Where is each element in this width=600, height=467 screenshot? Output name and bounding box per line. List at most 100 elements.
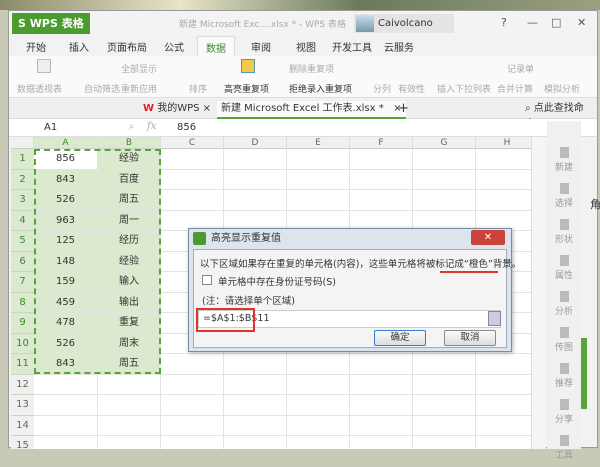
column-header-D[interactable]: D bbox=[224, 137, 287, 149]
sidebar-item[interactable]: 形状 bbox=[547, 215, 581, 251]
cell[interactable] bbox=[413, 436, 476, 449]
row-header[interactable]: 15 bbox=[11, 436, 34, 449]
sidebar-item[interactable]: 传图 bbox=[547, 323, 581, 359]
column-header-B[interactable]: B bbox=[98, 137, 161, 149]
sidebar-toggle[interactable] bbox=[581, 338, 587, 409]
sidebar-item[interactable]: 选择 bbox=[547, 179, 581, 215]
cell[interactable] bbox=[161, 395, 224, 416]
cell[interactable] bbox=[224, 374, 287, 395]
cell[interactable] bbox=[476, 436, 531, 449]
minimize-button[interactable]: — bbox=[527, 16, 538, 29]
row-header[interactable]: 13 bbox=[11, 395, 34, 416]
cell[interactable]: 输出 bbox=[98, 292, 161, 313]
cell[interactable] bbox=[350, 169, 413, 190]
row-header[interactable]: 7 bbox=[11, 272, 34, 293]
cell[interactable] bbox=[224, 354, 287, 375]
tab-view[interactable]: 视图 bbox=[296, 39, 316, 54]
remove-duplicates-button[interactable]: 删除重复项 bbox=[289, 62, 334, 75]
cell[interactable] bbox=[161, 169, 224, 190]
cell[interactable] bbox=[350, 374, 413, 395]
sidebar-item[interactable]: 分析 bbox=[547, 287, 581, 323]
cell[interactable] bbox=[224, 395, 287, 416]
tab-home[interactable]: 开始 bbox=[26, 39, 46, 54]
cell[interactable] bbox=[413, 415, 476, 436]
row-header[interactable]: 3 bbox=[11, 190, 34, 211]
command-search[interactable]: ⌕ 点此查找命令 bbox=[521, 101, 597, 130]
cell[interactable] bbox=[350, 190, 413, 211]
cell[interactable]: 526 bbox=[34, 190, 98, 211]
insert-dropdown-button[interactable]: 插入下拉列表 bbox=[437, 82, 491, 95]
cell[interactable] bbox=[476, 415, 531, 436]
reapply-button[interactable]: 重新应用 bbox=[121, 82, 157, 95]
cell[interactable] bbox=[350, 395, 413, 416]
cell[interactable]: 经验 bbox=[98, 149, 161, 170]
tab-developer[interactable]: 开发工具 bbox=[332, 39, 372, 54]
vertical-scrollbar[interactable] bbox=[531, 137, 546, 449]
row-header[interactable]: 2 bbox=[11, 169, 34, 190]
cell[interactable] bbox=[287, 169, 350, 190]
cell[interactable] bbox=[476, 395, 531, 416]
cell[interactable] bbox=[350, 436, 413, 449]
column-header-C[interactable]: C bbox=[161, 137, 224, 149]
column-header-A[interactable]: A bbox=[34, 137, 98, 149]
zoom-icon[interactable]: ⌕ bbox=[129, 121, 135, 132]
tab-data[interactable]: 数据 bbox=[197, 36, 235, 56]
cell[interactable] bbox=[161, 354, 224, 375]
cell[interactable] bbox=[413, 395, 476, 416]
cell[interactable] bbox=[413, 149, 476, 170]
row-header[interactable]: 5 bbox=[11, 231, 34, 252]
cell[interactable]: 周末 bbox=[98, 333, 161, 354]
cell[interactable]: 经历 bbox=[98, 231, 161, 252]
column-header-E[interactable]: E bbox=[287, 137, 350, 149]
fx-icon[interactable]: fx bbox=[147, 121, 156, 132]
cell[interactable] bbox=[34, 436, 98, 449]
id-number-checkbox-label[interactable]: 单元格中存在身份证号码(S) bbox=[218, 274, 336, 288]
cell[interactable] bbox=[287, 354, 350, 375]
formula-input[interactable]: 856 bbox=[177, 122, 196, 133]
cell[interactable]: 856 bbox=[34, 149, 98, 170]
cell[interactable] bbox=[98, 395, 161, 416]
record-form-button[interactable]: 记录单 bbox=[507, 62, 534, 75]
new-tab-button[interactable]: + bbox=[394, 101, 413, 119]
tab-workbook[interactable]: 新建 Microsoft Excel 工作表.xlsx * × bbox=[217, 101, 406, 119]
cell[interactable] bbox=[224, 190, 287, 211]
select-all-corner[interactable] bbox=[11, 137, 34, 149]
cell[interactable] bbox=[413, 190, 476, 211]
cell[interactable]: 125 bbox=[34, 231, 98, 252]
cell[interactable] bbox=[350, 354, 413, 375]
tab-formulas[interactable]: 公式 bbox=[164, 39, 184, 54]
id-number-checkbox[interactable] bbox=[202, 275, 212, 285]
cell[interactable] bbox=[413, 169, 476, 190]
cell[interactable]: 478 bbox=[34, 313, 98, 334]
cell[interactable] bbox=[161, 149, 224, 170]
reject-duplicates-button[interactable]: 拒绝录入重复项 bbox=[289, 82, 352, 95]
cancel-button[interactable]: 取消 bbox=[444, 330, 496, 346]
cell[interactable] bbox=[98, 415, 161, 436]
sidebar-item[interactable]: 新建 bbox=[547, 143, 581, 179]
show-all-button[interactable]: 全部显示 bbox=[121, 62, 157, 75]
sort-button[interactable]: 排序 bbox=[189, 82, 207, 95]
column-header-H[interactable]: H bbox=[476, 137, 531, 149]
cell[interactable] bbox=[98, 374, 161, 395]
ok-button[interactable]: 确定 bbox=[374, 330, 426, 346]
cell[interactable] bbox=[224, 169, 287, 190]
row-header[interactable]: 1 bbox=[11, 149, 34, 170]
row-header[interactable]: 8 bbox=[11, 292, 34, 313]
cell[interactable]: 经验 bbox=[98, 251, 161, 272]
cell[interactable] bbox=[98, 436, 161, 449]
cell[interactable]: 526 bbox=[34, 333, 98, 354]
cell[interactable] bbox=[224, 436, 287, 449]
autofilter-button[interactable]: 自动筛选 bbox=[84, 82, 120, 95]
row-header[interactable]: 4 bbox=[11, 210, 34, 231]
sidebar-item[interactable]: 属性 bbox=[547, 251, 581, 287]
cell[interactable] bbox=[476, 374, 531, 395]
range-select-button[interactable] bbox=[488, 311, 501, 326]
tab-review[interactable]: 审阅 bbox=[251, 39, 271, 54]
highlight-duplicates-button[interactable]: 高亮重复项 bbox=[224, 82, 269, 95]
validation-button[interactable]: 有效性 bbox=[398, 82, 425, 95]
cell[interactable]: 输入 bbox=[98, 272, 161, 293]
row-header[interactable]: 6 bbox=[11, 251, 34, 272]
cell[interactable] bbox=[287, 149, 350, 170]
cell[interactable] bbox=[287, 415, 350, 436]
cell[interactable] bbox=[287, 374, 350, 395]
